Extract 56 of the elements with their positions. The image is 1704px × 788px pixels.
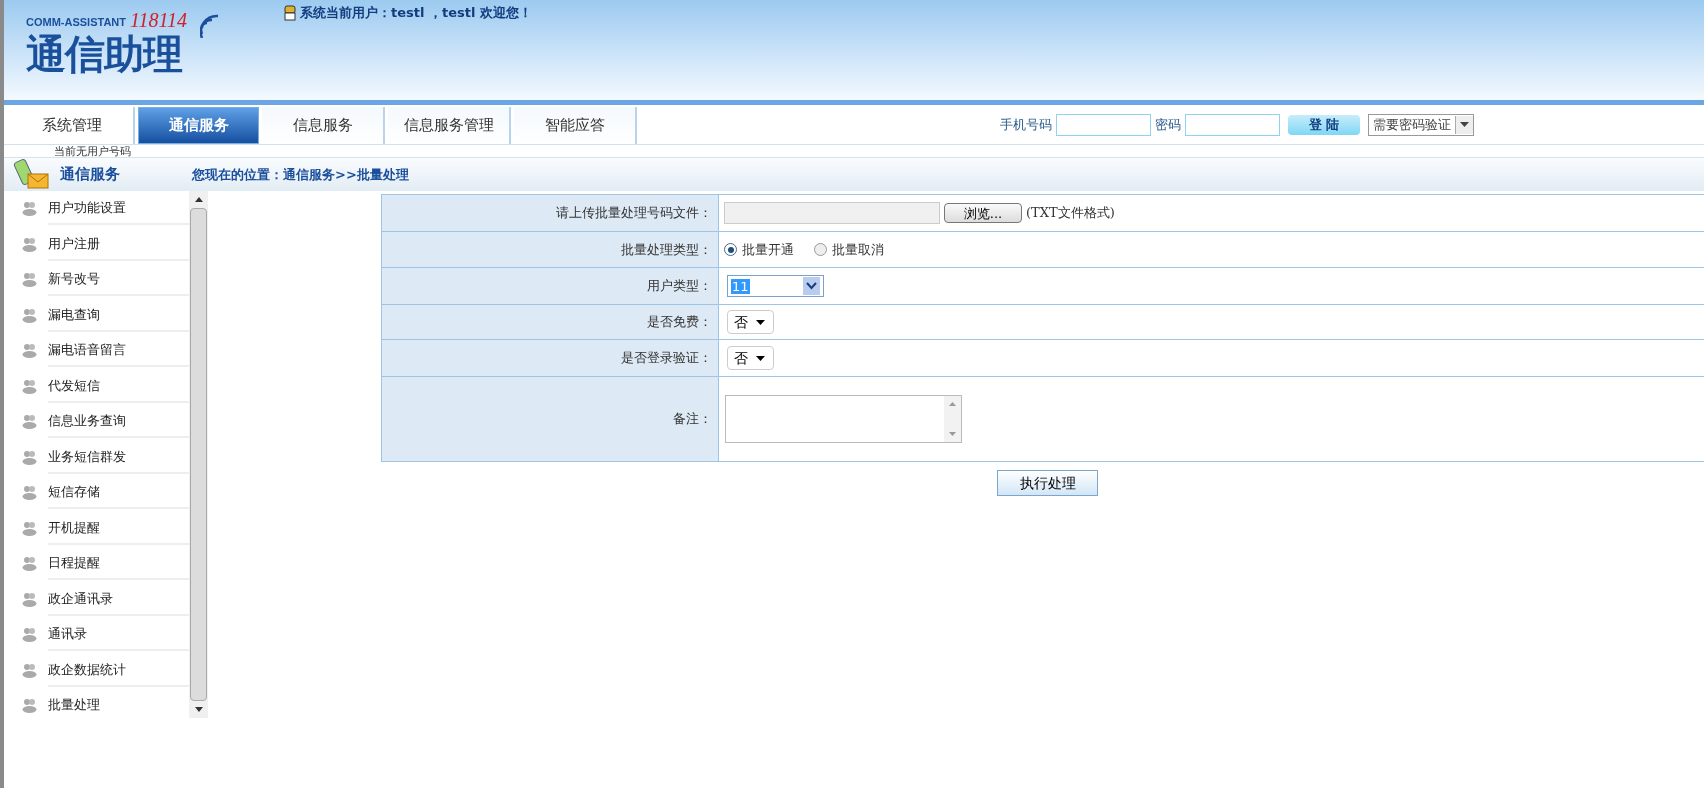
phone-label: 手机号码 (1000, 115, 1052, 134)
users-icon (21, 520, 38, 536)
phone-field[interactable] (1056, 113, 1151, 136)
notice-text: 当前无用户号码 (54, 146, 131, 158)
nav-tab[interactable]: 信息服务 (262, 107, 385, 144)
chevron-icon (803, 277, 820, 295)
nav-tab[interactable]: 智能应答 (514, 107, 637, 144)
users-icon (21, 378, 38, 394)
mode-select[interactable]: 需要密码验证 (1368, 113, 1474, 136)
users-icon (21, 485, 38, 501)
user-greeting: 系统当前用户：testl ，testl 欢迎您！ (300, 5, 532, 21)
dropdown-select[interactable]: 否 (727, 310, 774, 334)
scroll-down-icon[interactable] (194, 707, 203, 712)
nav-tab[interactable]: 信息服务管理 (388, 107, 511, 144)
phone-mail-icon (12, 157, 50, 192)
radio-option[interactable]: 批量取消 (814, 239, 884, 260)
users-icon (21, 343, 38, 359)
password-label: 密码 (1155, 115, 1181, 134)
section-title: 通信服务 (60, 164, 121, 186)
field-label: 请上传批量处理号码文件： (556, 204, 712, 223)
logo-subtitle: COMM-ASSISTANT (26, 14, 126, 30)
caret-icon (1460, 122, 1469, 127)
field-label: 批量处理类型： (621, 240, 712, 259)
users-icon (21, 662, 38, 678)
password-field[interactable] (1185, 113, 1280, 136)
browse-button[interactable]: 浏览... (944, 203, 1022, 223)
radio-option[interactable]: 批量开通 (724, 239, 794, 260)
scroll-up-icon[interactable] (194, 197, 203, 202)
login-button[interactable]: 登 陆 (1288, 114, 1360, 135)
users-icon (21, 698, 38, 714)
user-icon (284, 5, 296, 21)
field-label: 备注： (673, 410, 712, 429)
users-icon (21, 556, 38, 572)
caret-icon (756, 319, 765, 325)
users-icon (21, 201, 38, 217)
users-icon (21, 627, 38, 643)
users-icon (21, 414, 38, 430)
file-path-field[interactable] (724, 202, 940, 224)
file-format-hint: (TXT文件格式) (1026, 204, 1115, 223)
logo-number: 118114 (130, 10, 188, 30)
users-icon (21, 449, 38, 465)
users-icon (21, 307, 38, 323)
nav-tab[interactable]: 系统管理 (10, 107, 135, 144)
dropdown-select[interactable]: 否 (727, 346, 774, 370)
field-label: 用户类型： (647, 277, 712, 296)
users-icon (21, 236, 38, 252)
logo-title: 通信助理 (26, 30, 184, 78)
field-label: 是否登录验证： (621, 349, 712, 368)
execute-button[interactable]: 执行处理 (997, 470, 1098, 496)
field-label: 是否免费： (647, 313, 712, 332)
caret-icon (756, 355, 765, 361)
users-icon (21, 591, 38, 607)
users-icon (21, 272, 38, 288)
scrollbar[interactable] (189, 191, 208, 718)
nav-tab[interactable]: 通信服务 (138, 107, 259, 144)
breadcrumb: 您现在的位置：通信服务>>批量处理 (192, 165, 409, 184)
